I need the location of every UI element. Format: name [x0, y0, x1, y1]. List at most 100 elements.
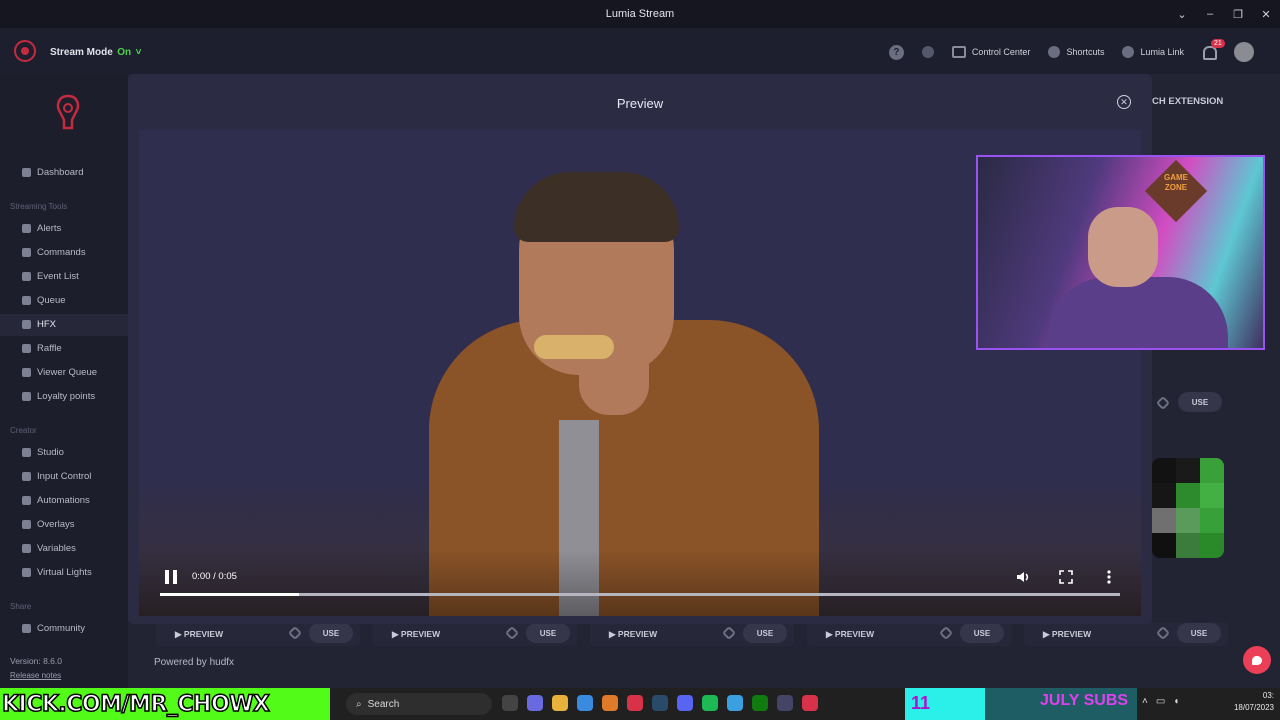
- notifications-bell-icon[interactable]: 21: [1202, 39, 1225, 60]
- app-icon[interactable]: [777, 695, 793, 711]
- chat-icon: [22, 248, 31, 257]
- sidebar-item-dashboard[interactable]: Dashboard: [22, 167, 83, 178]
- video-frame-sandwich: [534, 335, 614, 359]
- use-button[interactable]: USE: [309, 623, 353, 643]
- stream-mode-toggle[interactable]: Stream Mode On ˅: [14, 38, 141, 64]
- discord-icon[interactable]: [677, 695, 693, 711]
- sidebar-item-label: Automations: [37, 495, 90, 506]
- list-icon: [22, 272, 31, 281]
- use-button[interactable]: USE: [526, 623, 570, 643]
- copilot-icon[interactable]: [527, 695, 543, 711]
- sidebar-item-variables[interactable]: Variables: [22, 543, 76, 554]
- release-notes-link[interactable]: Release notes: [10, 671, 61, 680]
- sidebar-item-studio[interactable]: Studio: [22, 447, 64, 458]
- video-progress-fill: [160, 593, 300, 596]
- shortcuts-button[interactable]: Shortcuts: [1048, 46, 1104, 58]
- window-controls: ⌄ – ❐ ✕: [1168, 0, 1280, 28]
- use-button[interactable]: USE: [960, 623, 1004, 643]
- sidebar: Dashboard Streaming Tools Alerts Command…: [0, 74, 128, 688]
- taskbar-clock[interactable]: 03: 18/07/2023: [1234, 690, 1274, 714]
- sidebar-item-label: Queue: [37, 295, 66, 306]
- xbox-icon[interactable]: [752, 695, 768, 711]
- sidebar-item-label: Dashboard: [37, 167, 84, 178]
- chevron-down-icon: ˅: [135, 47, 142, 58]
- bell-icon: [22, 224, 31, 233]
- extension-button[interactable]: CH EXTENSION: [1152, 96, 1223, 107]
- link-icon: [1122, 46, 1135, 58]
- app-icon[interactable]: [602, 695, 618, 711]
- use-button[interactable]: USE: [1178, 392, 1222, 412]
- spotify-icon[interactable]: [702, 695, 718, 711]
- monitor-icon: [22, 320, 31, 329]
- taskbar-search[interactable]: ⌕ Search: [346, 693, 492, 715]
- preview-button[interactable]: ▶ PREVIEW: [609, 629, 657, 640]
- sidebar-item-commands[interactable]: Commands: [22, 247, 86, 258]
- sidebar-item-community[interactable]: Community: [22, 623, 85, 634]
- preview-button[interactable]: ▶ PREVIEW: [392, 629, 440, 640]
- kick-banner-text: KICK.COM/MR_CHOWX: [1, 691, 270, 718]
- preview-button[interactable]: ▶ PREVIEW: [1043, 629, 1091, 640]
- header-actions: ? Control Center Shortcuts Lumia Link 21: [888, 39, 1254, 62]
- control-center-label: Control Center: [971, 47, 1031, 57]
- sidebar-item-raffle[interactable]: Raffle: [22, 343, 62, 354]
- preview-button[interactable]: ▶ PREVIEW: [175, 629, 223, 640]
- webcam-person-head: [1088, 207, 1158, 287]
- app-icon[interactable]: [627, 695, 643, 711]
- collapse-window-button[interactable]: ⌄: [1168, 0, 1196, 28]
- sidebar-item-event-list[interactable]: Event List: [22, 271, 79, 282]
- control-center-button[interactable]: Control Center: [951, 46, 1031, 58]
- user-avatar[interactable]: [1234, 42, 1254, 62]
- powered-by-label: Powered by hudfx: [154, 657, 235, 668]
- fullscreen-icon[interactable]: [1058, 569, 1074, 585]
- pause-icon[interactable]: [165, 570, 179, 584]
- maximize-window-button[interactable]: ❐: [1224, 0, 1252, 28]
- sliders-icon: [951, 46, 966, 58]
- chrome-icon[interactable]: [577, 695, 593, 711]
- sidebar-item-virtual-lights[interactable]: Virtual Lights: [22, 567, 92, 578]
- sidebar-item-viewer-queue[interactable]: Viewer Queue: [22, 367, 97, 378]
- more-options-icon[interactable]: [1101, 569, 1117, 585]
- users-icon[interactable]: [921, 46, 934, 58]
- window-title: Lumia Stream: [605, 8, 675, 20]
- app-icon[interactable]: [727, 695, 743, 711]
- ticket-icon: [22, 344, 31, 353]
- sidebar-item-label: Event List: [37, 271, 79, 282]
- stream-mode-icon: [14, 40, 36, 62]
- volume-icon[interactable]: ◖: [1173, 696, 1179, 707]
- file-explorer-icon[interactable]: [552, 695, 568, 711]
- community-icon: [22, 624, 31, 633]
- sidebar-item-overlays[interactable]: Overlays: [22, 519, 74, 530]
- volume-icon[interactable]: [1015, 569, 1031, 585]
- chat-support-icon[interactable]: [1243, 646, 1271, 674]
- sidebar-item-loyalty-points[interactable]: Loyalty points: [22, 391, 95, 402]
- lightbulb-icon: [1048, 46, 1061, 58]
- network-icon[interactable]: ▭: [1156, 696, 1165, 707]
- use-button[interactable]: USE: [743, 623, 787, 643]
- preview-button[interactable]: ▶ PREVIEW: [826, 629, 874, 640]
- help-icon[interactable]: ?: [888, 44, 904, 60]
- steam-icon[interactable]: [652, 695, 668, 711]
- sidebar-item-alerts[interactable]: Alerts: [22, 223, 61, 234]
- close-icon[interactable]: ✕: [1117, 95, 1131, 109]
- sidebar-item-hfx[interactable]: HFX: [22, 319, 56, 330]
- sidebar-item-automations[interactable]: Automations: [22, 495, 90, 506]
- search-label: Search: [367, 698, 400, 710]
- webcam-overlay: GAME ZONE: [976, 155, 1265, 350]
- chevron-up-icon[interactable]: ˄: [1142, 696, 1148, 707]
- lumia-link-button[interactable]: Lumia Link: [1122, 46, 1184, 58]
- lumia-logo-icon: [56, 94, 80, 130]
- sidebar-item-queue[interactable]: Queue: [22, 295, 66, 306]
- sidebar-item-label: Input Control: [37, 471, 92, 482]
- automation-icon: [22, 496, 31, 505]
- effect-thumbnail[interactable]: [1152, 458, 1224, 558]
- video-progress-bar[interactable]: [160, 593, 1120, 596]
- close-window-button[interactable]: ✕: [1252, 0, 1280, 28]
- sidebar-item-label: Community: [37, 623, 86, 634]
- kick-banner-overlay: KICK.COM/MR_CHOWX: [0, 688, 330, 720]
- task-view-icon[interactable]: [502, 695, 518, 711]
- stream-mode-label: Stream Mode: [50, 47, 113, 58]
- minimize-window-button[interactable]: –: [1196, 0, 1224, 28]
- sidebar-item-input-control[interactable]: Input Control: [22, 471, 91, 482]
- use-button[interactable]: USE: [1177, 623, 1221, 643]
- app-icon[interactable]: [802, 695, 818, 711]
